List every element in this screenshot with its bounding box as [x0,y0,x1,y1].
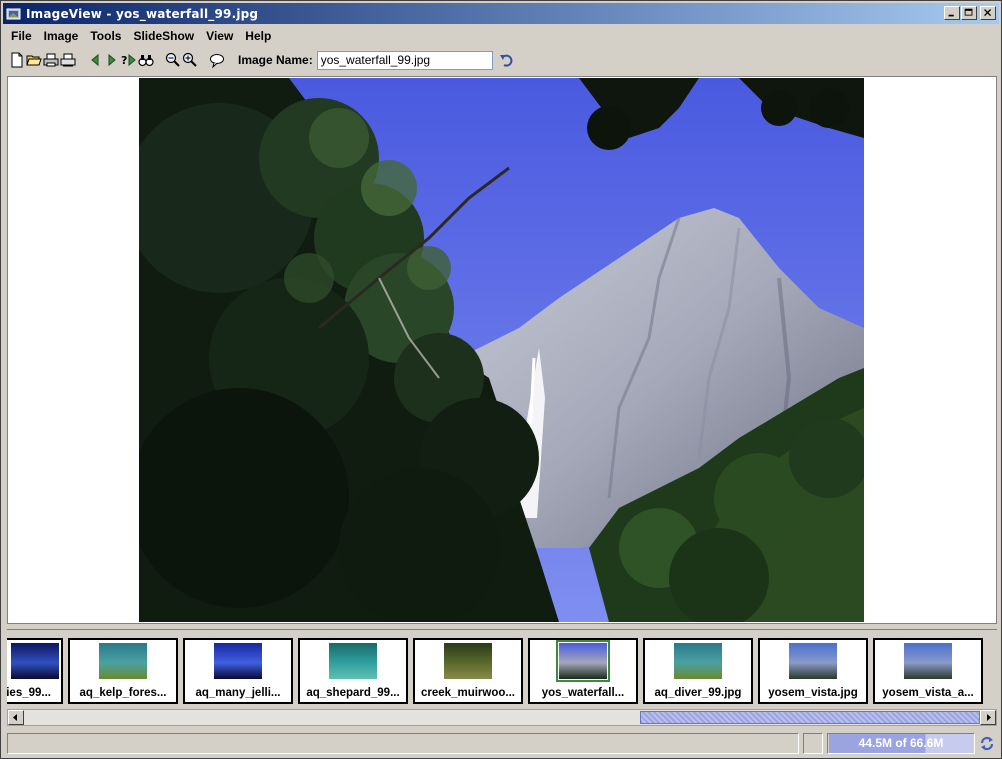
scroll-left-icon [13,714,17,721]
thumbnail-item[interactable]: lies_99... [7,638,63,704]
binoculars-icon[interactable] [138,52,154,68]
menu-help[interactable]: Help [239,29,277,43]
thumbnail-label: yosem_vista_a... [882,687,974,699]
image-viewport[interactable] [7,76,997,624]
refresh-icon [980,736,994,751]
thumbnail-image [329,643,377,679]
title-bar[interactable]: ImageView - yos_waterfall_99.jpg [3,3,999,24]
app-icon [6,6,22,22]
maximize-button[interactable] [961,6,977,20]
status-indicator-panel [803,733,823,754]
thumbnail-image [674,643,722,679]
window-title: ImageView - yos_waterfall_99.jpg [26,6,259,21]
app-window: ImageView - yos_waterfall_99.jpg File Im… [0,0,1002,759]
thumbnail-label: aq_shepard_99... [306,687,400,699]
thumbnail-image [444,643,492,679]
thumbnail-item[interactable]: yosem_vista.jpg [758,638,868,704]
toolbar: ? Image Name: [9,49,999,71]
menu-file[interactable]: File [5,29,38,43]
thumbnail-item[interactable]: creek_muirwoo... [413,638,523,704]
thumbnail-label: lies_99... [7,687,51,699]
svg-text:?: ? [121,54,127,67]
thumbnail-image [789,643,837,679]
new-file-icon[interactable] [9,52,25,68]
thumbnail-label: yos_waterfall... [541,687,625,699]
thumbnail-image [904,643,952,679]
thumbnail-scrollbar[interactable] [7,709,997,726]
image-name-input[interactable] [316,50,493,70]
thumbnail-label: yosem_vista.jpg [768,687,858,699]
thumbnail-image [214,643,262,679]
menu-image[interactable]: Image [38,29,85,43]
print-preview-icon[interactable] [60,52,76,68]
memory-usage: 44.5M of 66.6M [829,734,973,753]
open-folder-icon[interactable] [26,52,42,68]
scroll-right-icon [987,714,991,721]
menu-slideshow[interactable]: SlideShow [127,29,200,43]
scrollbar-thumb[interactable] [640,711,980,724]
thumbnail-label: aq_kelp_fores... [79,687,167,699]
status-bar: 44.5M of 66.6M [7,733,999,755]
scroll-left-button[interactable] [8,710,24,725]
menu-bar: File Image Tools SlideShow View Help [5,26,277,46]
garbage-collect-button[interactable] [977,733,997,754]
status-message-panel [7,733,799,754]
thumbnail-item[interactable]: aq_many_jelli... [183,638,293,704]
thumbnail-item[interactable]: aq_diver_99.jpg [643,638,753,704]
image-name-label: Image Name: [238,53,313,67]
thumbnail-image [11,643,59,679]
undo-icon[interactable] [499,52,515,68]
next-arrow-icon[interactable] [104,52,120,68]
thumbnail-label: creek_muirwoo... [421,687,515,699]
minimize-button[interactable] [944,6,960,20]
zoom-out-icon[interactable] [165,52,181,68]
thumbnail-image [556,640,610,682]
print-icon[interactable] [43,52,59,68]
main-photo [139,78,864,622]
thumbnail-item[interactable]: aq_shepard_99... [298,638,408,704]
thumbnail-image [99,643,147,679]
thumbnail-strip: lies_99... aq_kelp_fores... aq_many_jelli.… [7,629,997,707]
thumbnail-item[interactable]: yos_waterfall... [528,638,638,704]
menu-view[interactable]: View [200,29,239,43]
thumbnail-item[interactable]: aq_kelp_fores... [68,638,178,704]
thumbnail-item[interactable]: yosem_vista_a... [873,638,983,704]
thumbnail-label: aq_diver_99.jpg [654,687,742,699]
close-button[interactable] [980,6,996,20]
zoom-in-icon[interactable] [182,52,198,68]
previous-arrow-icon[interactable] [87,52,103,68]
scroll-right-button[interactable] [980,710,996,725]
menu-tools[interactable]: Tools [84,29,127,43]
thumbnail-label: aq_many_jelli... [195,687,281,699]
random-next-icon[interactable]: ? [121,52,137,68]
comment-bubble-icon[interactable] [209,52,225,68]
